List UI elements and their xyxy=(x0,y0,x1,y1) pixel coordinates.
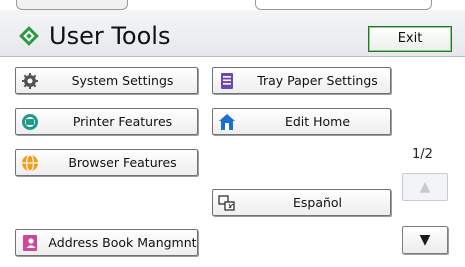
tray-document-icon xyxy=(221,73,233,89)
printer-features-label: Printer Features xyxy=(72,114,173,129)
tray-paper-settings-label: Tray Paper Settings xyxy=(257,73,378,88)
user-tools-icon xyxy=(19,26,39,46)
page-down-button[interactable]: ▼ xyxy=(402,226,448,254)
gear-icon xyxy=(22,73,38,89)
tray-paper-settings-button[interactable]: Tray Paper Settings xyxy=(212,67,391,94)
exit-button[interactable]: Exit xyxy=(368,26,452,52)
page-indicator: 1/2 xyxy=(412,147,433,162)
home-icon xyxy=(219,114,235,130)
espanol-button[interactable]: Español xyxy=(212,189,391,216)
espanol-label: Español xyxy=(292,195,343,210)
edit-home-button[interactable]: Edit Home xyxy=(212,108,391,135)
page-up-button[interactable]: ▲ xyxy=(402,173,448,201)
globe-icon xyxy=(22,154,38,172)
system-settings-label: System Settings xyxy=(71,73,174,88)
edit-home-label: Edit Home xyxy=(284,114,351,129)
page-title: User Tools xyxy=(49,22,171,50)
address-book-button[interactable]: Address Book Mangmnt xyxy=(15,229,198,256)
printer-icon xyxy=(22,114,38,130)
address-book-icon xyxy=(23,235,37,251)
top-tab xyxy=(16,0,128,10)
browser-features-button[interactable]: Browser Features xyxy=(15,149,198,176)
browser-features-label: Browser Features xyxy=(68,155,177,170)
language-icon xyxy=(218,195,235,211)
header-bar: User Tools Exit xyxy=(0,10,465,57)
address-book-label: Address Book Mangmnt xyxy=(48,235,197,250)
top-tab-secondary xyxy=(255,0,432,10)
system-settings-button[interactable]: System Settings xyxy=(15,67,198,94)
printer-features-button[interactable]: Printer Features xyxy=(15,108,198,135)
